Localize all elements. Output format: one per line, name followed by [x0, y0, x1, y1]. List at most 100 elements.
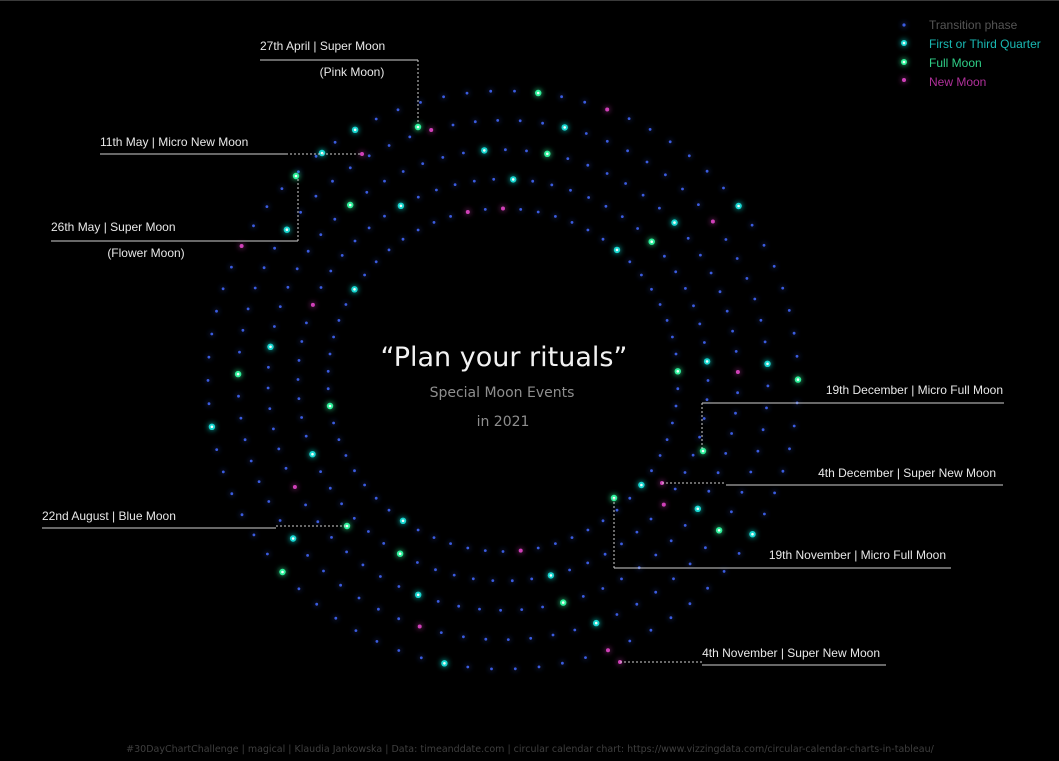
moon-dot	[278, 305, 282, 308]
annotation-26-may-sub: (Flower Moon)	[107, 246, 184, 260]
moon-dot	[674, 404, 678, 408]
moon-dot-core	[281, 570, 284, 574]
moon-dot	[319, 470, 322, 473]
moon-dot	[284, 466, 288, 470]
moon-dot	[326, 387, 330, 391]
moon-dot	[374, 260, 378, 264]
moon-dot	[230, 265, 233, 269]
legend-dot-transition	[902, 23, 906, 27]
moon-dot	[525, 149, 528, 153]
moon-dot	[792, 331, 796, 335]
moon-dot	[605, 107, 610, 112]
moon-dot-core	[416, 593, 420, 597]
moon-dot-core	[796, 378, 800, 381]
moon-dot	[672, 577, 675, 581]
moon-dot-core	[705, 360, 709, 363]
moon-dot	[383, 179, 386, 183]
moon-dot	[207, 402, 211, 406]
moon-dot	[763, 512, 766, 516]
moon-dot	[654, 590, 658, 594]
moon-dot-core	[291, 537, 295, 540]
moon-dot	[367, 154, 371, 158]
moon-dot	[699, 253, 702, 257]
moon-dot	[379, 575, 382, 578]
moon-dot	[452, 573, 456, 577]
moon-dot	[387, 144, 391, 147]
moon-dot	[688, 602, 692, 606]
moon-dot	[530, 577, 534, 581]
moon-dot	[620, 215, 624, 219]
moon-dot	[671, 421, 674, 425]
annotation-11-may: 11th May | Micro New Moon	[100, 135, 248, 149]
moon-dot	[499, 608, 502, 612]
moon-dot	[615, 613, 619, 616]
moon-dot	[326, 369, 330, 373]
moon-dot	[367, 226, 371, 230]
moon-dot	[416, 561, 419, 564]
legend-label-full: Full Moon	[929, 56, 982, 70]
moon-dot	[297, 170, 300, 174]
moon-dot	[603, 552, 607, 556]
moon-dot-core	[536, 91, 540, 95]
moon-dot	[531, 179, 535, 183]
moon-dot	[295, 267, 299, 271]
moon-dot	[583, 100, 587, 104]
moon-dot	[319, 233, 323, 237]
annotation-27-april: 27th April | Super Moon	[260, 39, 385, 53]
moon-dot	[772, 264, 776, 268]
special-event-dot-core	[345, 524, 349, 528]
moon-dot	[375, 640, 379, 643]
moon-dot	[648, 127, 652, 131]
moon-dot	[238, 350, 241, 354]
moon-dot	[466, 665, 470, 669]
moon-dot-core	[676, 370, 680, 373]
moon-dot	[504, 148, 507, 152]
moon-dot	[397, 585, 401, 588]
moon-dot	[363, 483, 366, 487]
moon-dot	[658, 206, 661, 210]
moon-dot	[716, 471, 720, 475]
moon-dot	[319, 286, 323, 289]
moon-dot	[735, 257, 739, 260]
moon-dot	[581, 595, 585, 598]
moon-dot	[462, 151, 465, 155]
moon-dot	[601, 519, 605, 523]
moon-dot	[765, 406, 768, 410]
moon-dot	[221, 470, 225, 474]
moon-dot-core	[353, 288, 356, 291]
moon-dot	[273, 246, 276, 250]
moon-dot	[268, 407, 272, 410]
moon-dot	[725, 309, 729, 313]
moon-dot	[601, 587, 605, 590]
moon-dot	[306, 249, 310, 253]
moon-dot	[314, 194, 318, 198]
moon-dot	[340, 502, 343, 506]
moon-dot	[310, 302, 315, 307]
moon-dot	[333, 140, 337, 144]
annotation-27-april-sub: (Pink Moon)	[320, 65, 385, 79]
moon-dot	[510, 579, 514, 583]
moon-dot	[333, 217, 337, 221]
moon-dot	[439, 631, 443, 634]
moon-dot	[329, 269, 333, 273]
moon-dot	[322, 569, 325, 573]
moon-dot-core	[328, 404, 332, 408]
moon-dot-core	[650, 240, 653, 243]
special-event-dot-core	[294, 174, 298, 178]
moon-dot	[730, 510, 733, 514]
moon-dot	[432, 221, 436, 224]
moon-dot	[650, 287, 653, 291]
moon-dot	[745, 277, 749, 280]
moon-dot	[683, 471, 687, 474]
moon-dot	[724, 238, 728, 241]
moon-dot	[421, 162, 425, 166]
chart-subtitle-line1: Special Moon Events	[430, 385, 575, 401]
moon-dot-core	[546, 152, 549, 156]
moon-dot	[673, 487, 677, 491]
moon-dot-core	[640, 483, 643, 487]
moon-dot	[272, 427, 275, 431]
moon-dot	[442, 95, 445, 99]
moon-dot	[239, 244, 244, 248]
moon-dot	[345, 550, 348, 554]
moon-dot	[734, 411, 737, 415]
